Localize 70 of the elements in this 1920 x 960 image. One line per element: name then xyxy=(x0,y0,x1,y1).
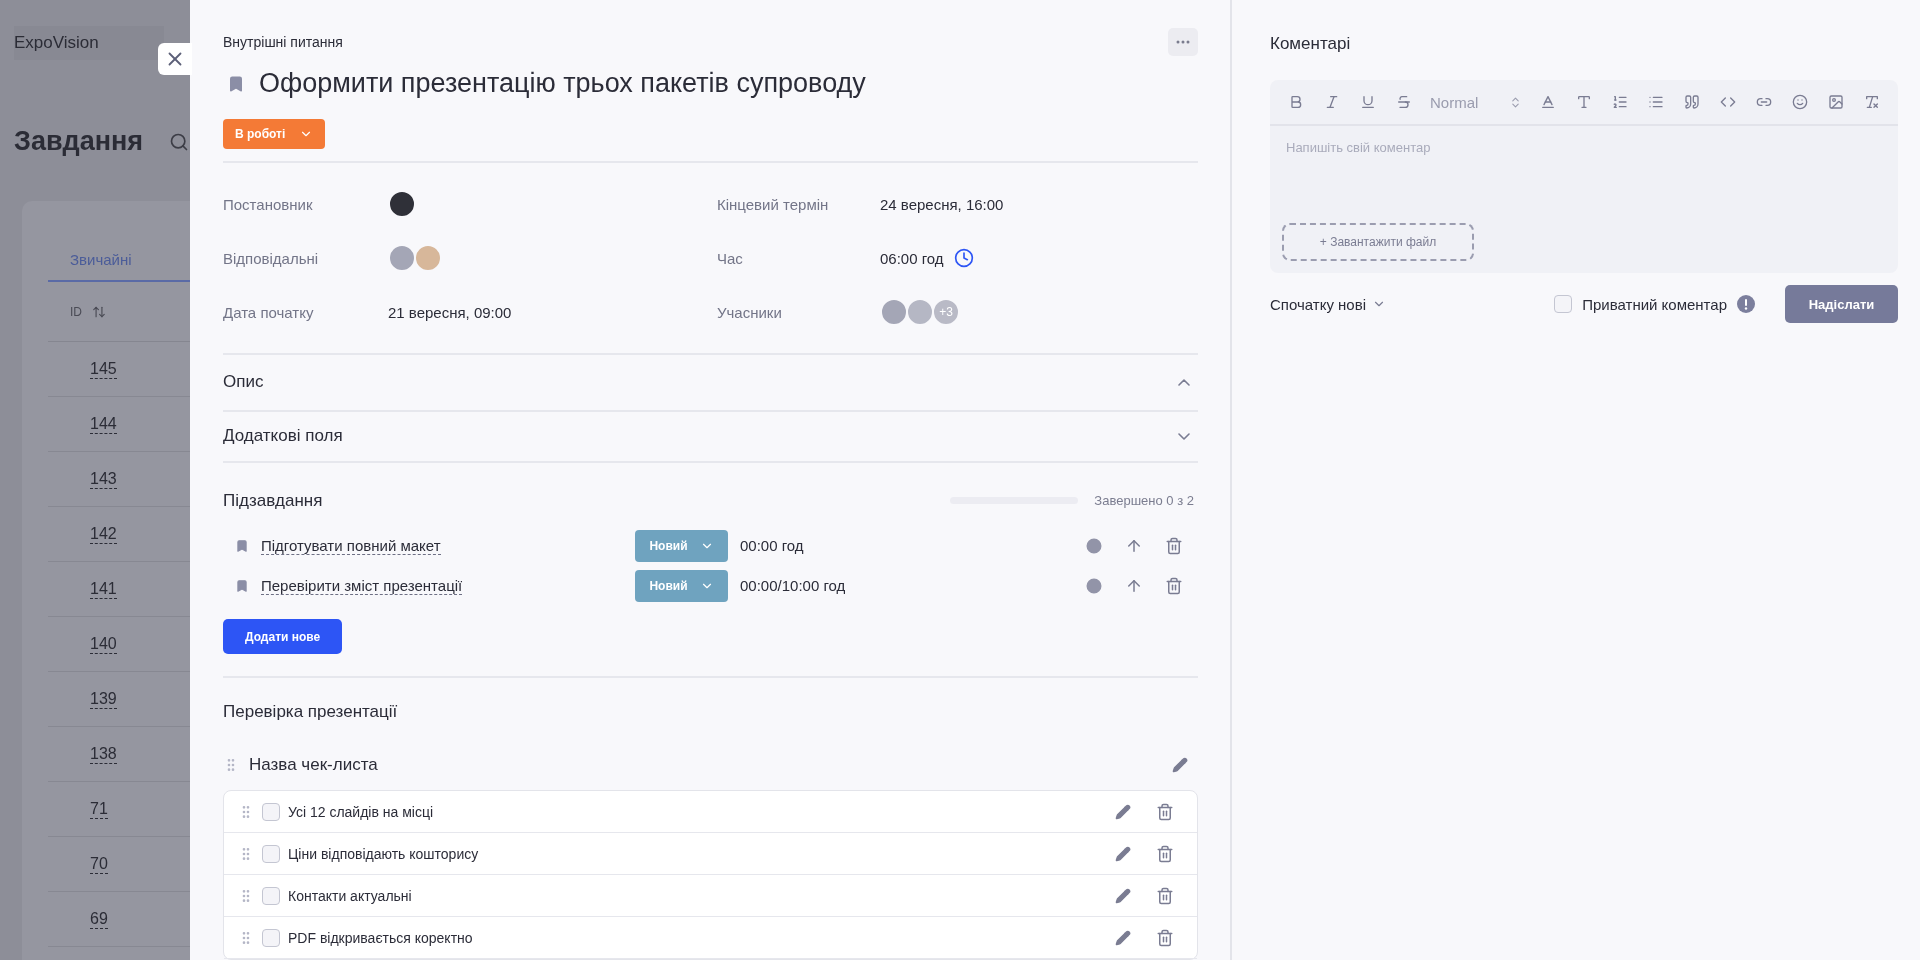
comment-input[interactable]: Напишіть свій коментар xyxy=(1270,126,1898,223)
checkbox[interactable] xyxy=(262,844,280,863)
subtask-link[interactable]: Підготувати повний макет xyxy=(261,536,441,555)
page-title: Завдання xyxy=(14,126,144,157)
send-button[interactable]: Надіслати xyxy=(1785,285,1898,323)
field-value: 21 вересня, 09:00 xyxy=(388,303,513,321)
checkbox[interactable] xyxy=(262,802,280,821)
bookmark-icon xyxy=(227,74,245,93)
task-id-link[interactable]: 138 xyxy=(90,744,117,764)
task-id-link[interactable]: 144 xyxy=(90,414,117,434)
chevrons-icon xyxy=(1509,95,1522,109)
bookmark-icon xyxy=(235,538,249,553)
task-id-link[interactable]: 143 xyxy=(90,469,117,489)
section-title: Перевірка презентації xyxy=(223,702,399,723)
sort-icon xyxy=(92,304,106,319)
checklist-item: Ціни відповідають кошторису xyxy=(288,845,480,862)
task-id-link[interactable]: 69 xyxy=(90,909,108,929)
status-dropdown[interactable]: Новий xyxy=(635,569,728,602)
field-label: Постановник xyxy=(223,195,314,213)
avatar xyxy=(906,298,934,327)
add-subtask-button[interactable]: Додати нове xyxy=(223,618,343,655)
field-label: Відповідальні xyxy=(223,249,320,267)
more-count: +3 xyxy=(932,298,960,327)
field-label: Дата початку xyxy=(223,303,315,321)
task-id-link[interactable]: 139 xyxy=(90,689,117,709)
task-id-link[interactable]: 140 xyxy=(90,634,117,654)
brand-name: ExpoVision xyxy=(14,26,164,60)
checklist-item: PDF відкривається коректно xyxy=(288,929,474,946)
chevron-up-icon xyxy=(1178,378,1190,386)
sort-dropdown[interactable]: Спочатку нові xyxy=(1270,295,1386,313)
info-icon xyxy=(1737,295,1755,313)
checklist-name: Назва чек-листа xyxy=(249,755,378,776)
field-label: Кінцевий термін xyxy=(717,195,830,213)
text-style-select[interactable]: Normal xyxy=(1426,93,1526,111)
time-value: 00:00 год xyxy=(740,537,805,555)
section-header[interactable]: Опис xyxy=(223,354,1198,412)
checkbox-label: Приватний коментар xyxy=(1582,295,1727,313)
checklist-item: Контакти актуальні xyxy=(288,887,413,904)
field-label: Час xyxy=(717,249,744,267)
comment-editor[interactable]: Normal Напишіть свій коментар + Завантажити файл xyxy=(1270,80,1898,273)
ellipsis-icon xyxy=(1176,40,1190,44)
field-label: Учасники xyxy=(717,303,783,321)
field-value: 24 вересня, 16:00 xyxy=(880,195,1005,213)
task-id-link[interactable]: 71 xyxy=(90,799,108,819)
bookmark-icon xyxy=(235,578,249,593)
task-id-link[interactable]: 141 xyxy=(90,579,117,599)
task-id-link[interactable]: 70 xyxy=(90,854,108,874)
task-category: Внутрішні питання xyxy=(223,34,343,50)
close-button[interactable] xyxy=(158,43,192,75)
column-header: ID xyxy=(70,304,82,319)
progress-label: Завершено 0 з 2 xyxy=(1094,493,1194,509)
checklist-item: Усі 12 слайдів на місці xyxy=(288,803,435,820)
checkbox[interactable] xyxy=(1554,295,1573,313)
task-id-link[interactable]: 142 xyxy=(90,524,117,544)
status-dropdown[interactable]: В роботі xyxy=(223,119,326,150)
checkbox[interactable] xyxy=(262,886,280,905)
checkbox[interactable] xyxy=(262,928,280,947)
search-icon xyxy=(169,131,190,152)
comments-title: Коментарі xyxy=(1270,34,1352,54)
chevron-down-icon xyxy=(1178,432,1190,440)
task-id-link[interactable]: 145 xyxy=(90,359,117,379)
clock-icon xyxy=(953,248,974,269)
upload-button[interactable]: + Завантажити файл xyxy=(1282,223,1474,261)
subtask-link[interactable]: Перевірити зміст презентації xyxy=(261,576,463,595)
status-dropdown[interactable]: Новий xyxy=(635,529,728,562)
time-value: 00:00/10:00 год xyxy=(740,577,847,595)
section-title: Підзавдання xyxy=(223,490,323,511)
field-value: 06:00 год xyxy=(880,248,1198,269)
section-header[interactable]: Додаткові поля xyxy=(223,411,1198,463)
task-title: Оформити презентацію трьох пакетів супроводу xyxy=(259,68,866,99)
